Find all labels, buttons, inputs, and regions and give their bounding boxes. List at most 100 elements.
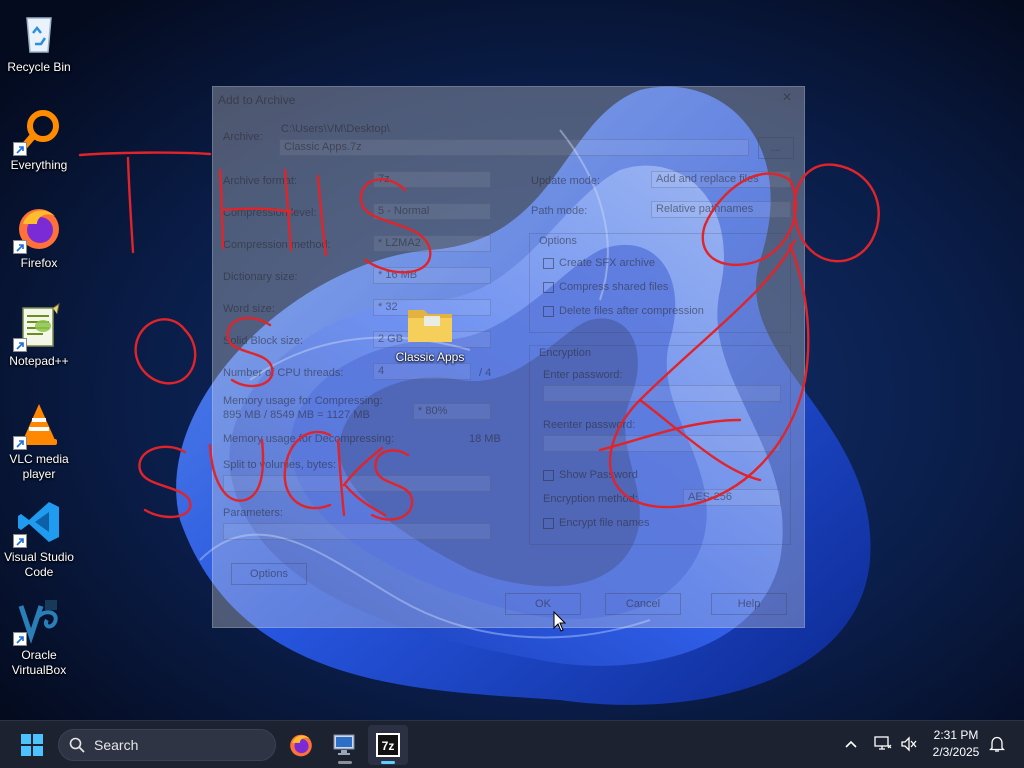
shortcut-arrow-icon	[13, 338, 27, 352]
desktop-icon-everything[interactable]: Everything	[2, 100, 76, 173]
field-label: Dictionary size:	[223, 271, 298, 283]
field-label: Word size:	[223, 303, 275, 315]
desktop-icon-vscode[interactable]: Visual Studio Code	[2, 492, 76, 580]
virtualbox-icon	[13, 596, 63, 646]
reenter-password-input[interactable]	[543, 435, 781, 452]
split-volumes-label: Split to volumes, bytes:	[223, 459, 337, 471]
taskbar-clock[interactable]: 2:31 PM 2/3/2025	[924, 727, 988, 761]
desktop-icon-vlc[interactable]: VLC media player	[2, 394, 76, 482]
desktop-folder-classic-apps[interactable]: Classic Apps	[388, 304, 472, 364]
path-mode-label: Path mode:	[531, 205, 588, 217]
folder-icon	[406, 304, 454, 344]
network-status-button[interactable]	[872, 733, 894, 755]
compress-shared-checkbox[interactable]: Compress shared files	[543, 281, 668, 293]
desktop-icon-label: Notepad++	[9, 354, 69, 368]
field-label: Compression method:	[223, 239, 331, 251]
search-placeholder: Search	[94, 737, 139, 753]
checkbox-box	[543, 257, 554, 269]
compression-level-select[interactable]: 5 - Normal	[373, 203, 491, 220]
field-label: Number of CPU threads:	[223, 367, 344, 379]
archive-path: C:\Users\VM\Desktop\	[281, 123, 390, 135]
threads-total: / 4	[479, 367, 492, 379]
browse-button[interactable]: ...	[758, 137, 794, 159]
taskbar: Search 7z 2:31 PM 2/3/2025	[0, 720, 1024, 768]
shortcut-arrow-icon	[13, 142, 27, 156]
create-sfx-checkbox[interactable]: Create SFX archive	[543, 257, 655, 269]
mouse-cursor-icon	[553, 611, 567, 632]
options-button[interactable]: Options	[231, 563, 307, 585]
bell-icon	[989, 736, 1005, 752]
close-icon[interactable]: ×	[776, 87, 798, 109]
vscode-icon	[13, 498, 63, 548]
desktop-icon-label: Oracle VirtualBox	[11, 648, 67, 677]
parameters-input[interactable]	[223, 523, 491, 540]
archive-label: Archive:	[223, 131, 263, 143]
taskbar-app-remote-desktop[interactable]	[325, 725, 365, 765]
desktop-icon-virtualbox[interactable]: Oracle VirtualBox	[2, 590, 76, 678]
shortcut-arrow-icon	[13, 534, 27, 548]
desktop-icon-label: Everything	[10, 158, 68, 172]
password-input[interactable]	[543, 385, 781, 402]
ok-button[interactable]: OK	[505, 593, 581, 615]
enter-password-label: Enter password:	[543, 369, 623, 381]
show-password-checkbox[interactable]: Show Password	[543, 469, 638, 481]
shortcut-arrow-icon	[13, 240, 27, 254]
clock-date: 2/3/2025	[932, 745, 980, 759]
path-mode-select[interactable]: Relative pathnames	[651, 201, 791, 218]
checkbox-label: Show Password	[559, 469, 638, 481]
cpu-threads-select[interactable]: 4	[373, 363, 471, 380]
field-label: Solid Block size:	[223, 335, 304, 347]
dictionary-size-select[interactable]: * 16 MB	[373, 267, 491, 284]
checkbox-box	[543, 517, 554, 529]
desktop-icon-recycle-bin[interactable]: Recycle Bin	[2, 2, 76, 75]
7zip-icon: 7z	[376, 733, 400, 757]
taskbar-app-firefox[interactable]	[281, 725, 321, 765]
dialog-title: Add to Archive	[218, 93, 296, 107]
field-label: Compression level:	[223, 207, 317, 219]
taskbar-app-7zip[interactable]: 7z	[368, 725, 408, 765]
checkbox-box	[543, 305, 554, 317]
memory-decompress-value: 18 MB	[469, 433, 501, 445]
checkbox-label: Compress shared files	[559, 281, 669, 293]
delete-after-checkbox[interactable]: Delete files after compression	[543, 305, 704, 317]
desktop-icon-notepadpp[interactable]: Notepad++	[2, 296, 76, 369]
chevron-up-icon	[845, 740, 857, 748]
checkbox-label: Encrypt file names	[559, 517, 650, 529]
archive-name-input[interactable]: Classic Apps.7z	[279, 139, 749, 156]
notifications-button[interactable]	[986, 733, 1008, 755]
start-icon	[21, 734, 43, 756]
show-hidden-icons-button[interactable]	[840, 733, 862, 755]
add-to-archive-dialog[interactable]: Add to Archive × Archive: C:\Users\VM\De…	[212, 86, 805, 628]
svg-text:7z: 7z	[382, 739, 395, 753]
search-icon	[69, 737, 85, 753]
cancel-button[interactable]: Cancel	[605, 593, 681, 615]
help-button[interactable]: Help	[711, 593, 787, 615]
memory-decompress-label: Memory usage for Decompressing:	[223, 433, 395, 445]
network-icon	[874, 736, 892, 750]
options-group-title: Options	[539, 235, 577, 247]
taskbar-search-box[interactable]: Search	[58, 729, 276, 761]
encryption-method-label: Encryption method:	[543, 493, 638, 505]
remote-desktop-icon	[333, 734, 355, 755]
encryption-method-select[interactable]: AES-256	[683, 489, 781, 506]
archive-format-select[interactable]: 7z	[373, 171, 491, 188]
volume-status-button[interactable]	[898, 733, 920, 755]
desktop-icon-label: Recycle Bin	[7, 60, 71, 74]
compression-method-select[interactable]: * LZMA2	[373, 235, 491, 252]
memory-percent-select[interactable]: * 80%	[413, 403, 491, 420]
update-mode-select[interactable]: Add and replace files	[651, 171, 791, 188]
split-volumes-input[interactable]	[223, 475, 491, 492]
start-button[interactable]	[12, 725, 52, 765]
firefox-icon	[290, 734, 312, 757]
running-indicator	[381, 761, 395, 764]
vlc-icon	[13, 400, 63, 450]
desktop-icon-firefox[interactable]: Firefox	[2, 198, 76, 271]
encrypt-names-checkbox[interactable]: Encrypt file names	[543, 517, 649, 529]
shortcut-arrow-icon	[13, 632, 27, 646]
encryption-group-title: Encryption	[539, 347, 591, 359]
running-indicator	[338, 761, 352, 764]
field-label: Archive format:	[223, 175, 297, 187]
desktop-icon-label: Firefox	[20, 256, 58, 270]
checkbox-box	[543, 281, 554, 293]
shortcut-arrow-icon	[13, 436, 27, 450]
